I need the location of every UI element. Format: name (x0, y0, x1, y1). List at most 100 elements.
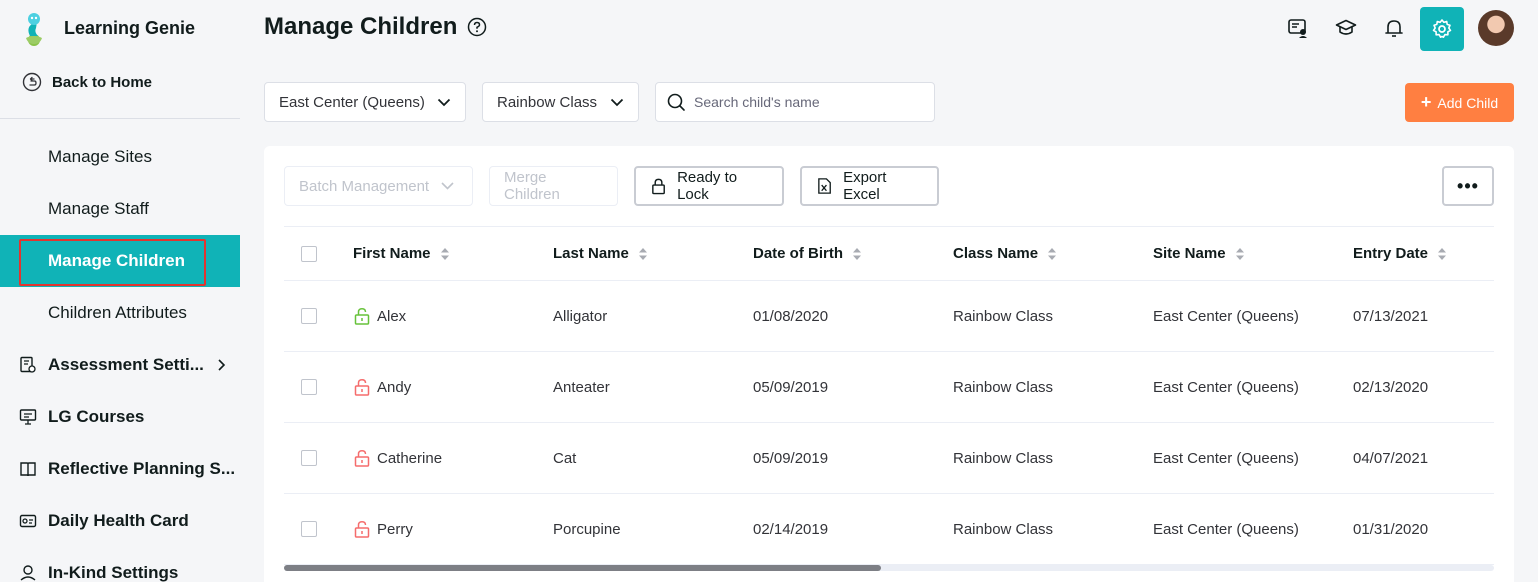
chevron-down-icon (437, 98, 451, 106)
last-name: Porcupine (553, 520, 621, 538)
more-options-icon: ••• (1457, 175, 1479, 196)
header-icons (1280, 6, 1424, 50)
sidebar-item-children-attributes[interactable]: Children Attributes (0, 287, 240, 339)
chat-icon (1288, 19, 1307, 38)
search-box (655, 82, 935, 122)
sidebar-divider (0, 118, 240, 119)
first-name: Alex (377, 307, 407, 325)
lock-icon (652, 178, 665, 195)
sidebar-item-manage-staff[interactable]: Manage Staff (0, 183, 240, 235)
notifications-button[interactable] (1376, 6, 1412, 50)
brand[interactable]: Learning Genie (16, 10, 195, 46)
date-of-birth: 01/08/2020 (753, 307, 829, 325)
row-checkbox[interactable] (301, 308, 317, 324)
horizontal-scrollbar[interactable] (284, 565, 1494, 571)
back-to-home-link[interactable]: Back to Home (22, 72, 152, 92)
row-checkbox-cell (301, 281, 317, 351)
last-name: Cat (553, 449, 577, 467)
sidebar-item-in-kind-settings[interactable]: In-Kind Settings (0, 547, 240, 582)
class-select-value: Rainbow Class (497, 93, 598, 111)
chevron-down-icon (441, 182, 454, 190)
table-row[interactable]: Andy Anteater 05/09/2019 Rainbow Class E… (284, 352, 1494, 423)
sort-icon (1438, 247, 1447, 260)
first-name-cell: Catherine (353, 423, 442, 493)
sort-icon (1235, 247, 1244, 260)
first-name-cell: Alex (353, 281, 406, 351)
column-header-entry-date[interactable]: Entry Date (1353, 227, 1447, 280)
entry-date: 02/13/2020 (1353, 378, 1429, 396)
column-header-site-name[interactable]: Site Name (1153, 227, 1244, 280)
sidebar: Learning Genie Back to Home Manage Sites… (0, 0, 240, 582)
site-name: East Center (Queens) (1153, 307, 1299, 325)
avatar[interactable] (1478, 10, 1514, 46)
ready-to-lock-label: Ready to Lock (677, 169, 738, 203)
date-of-birth: 05/09/2019 (753, 449, 829, 467)
last-name: Alligator (553, 307, 608, 325)
export-excel-button[interactable]: Export Excel (800, 166, 939, 206)
entry-date: 04/07/2021 (1353, 449, 1429, 467)
column-header-last-name[interactable]: Last Name (553, 227, 647, 280)
class-name: Rainbow Class (953, 307, 1054, 325)
column-header-date-of-birth[interactable]: Date of Birth (753, 227, 861, 280)
search-input[interactable] (694, 94, 924, 110)
courses-button[interactable] (1328, 6, 1364, 50)
column-label: Date of Birth (753, 245, 843, 262)
graduation-cap-icon (1335, 19, 1357, 35)
table-row[interactable]: Perry Porcupine 02/14/2019 Rainbow Class… (284, 494, 1494, 565)
site-name: East Center (Queens) (1153, 449, 1299, 467)
gear-icon (1432, 19, 1452, 38)
search-icon (667, 93, 685, 111)
add-child-button[interactable]: + Add Child (1405, 83, 1514, 122)
site-name: East Center (Queens) (1153, 378, 1299, 396)
table-row[interactable]: Alex Alligator 01/08/2020 Rainbow Class … (284, 281, 1494, 352)
unlocked-icon (354, 379, 370, 396)
batch-management-label: Batch Management (299, 177, 430, 195)
select-all-cell (301, 227, 317, 280)
column-header-class-name[interactable]: Class Name (953, 227, 1057, 280)
first-name: Andy (377, 378, 412, 396)
sidebar-item-manage-sites[interactable]: Manage Sites (0, 131, 240, 183)
sidebar-item-daily-health-card[interactable]: Daily Health Card (0, 495, 240, 547)
sidebar-item-manage-children[interactable]: Manage Children (0, 235, 240, 287)
sort-icon (1048, 247, 1057, 260)
more-options-button[interactable]: ••• (1442, 166, 1494, 206)
chevron-down-icon (610, 98, 624, 106)
scrollbar-thumb[interactable] (284, 565, 881, 571)
sidebar-item-reflective-planning[interactable]: Reflective Planning S... (0, 443, 240, 495)
column-header-first-name[interactable]: First Name (353, 227, 449, 280)
sidebar-item-label: Assessment Setti... (48, 355, 204, 374)
sidebar-item-label: Manage Staff (48, 199, 149, 218)
row-checkbox-cell (301, 352, 317, 422)
batch-management-dropdown[interactable]: Batch Management (284, 166, 473, 206)
table-row[interactable]: Catherine Cat 05/09/2019 Rainbow Class E… (284, 423, 1494, 494)
sidebar-item-lg-courses[interactable]: LG Courses (0, 391, 240, 443)
bell-icon (1385, 20, 1403, 37)
back-to-home-label: Back to Home (52, 73, 153, 91)
row-checkbox[interactable] (301, 379, 317, 395)
help-icon[interactable] (467, 17, 487, 37)
site-select-value: East Center (Queens) (279, 93, 425, 111)
row-checkbox[interactable] (301, 450, 317, 466)
settings-button[interactable] (1420, 7, 1464, 51)
class-name: Rainbow Class (953, 520, 1054, 538)
back-arrow-icon (22, 72, 42, 92)
brand-name: Learning Genie (64, 17, 196, 38)
select-all-checkbox[interactable] (301, 245, 317, 262)
learning-genie-logo (26, 13, 42, 46)
sidebar-item-label: Manage Sites (48, 147, 152, 166)
site-name: East Center (Queens) (1153, 520, 1299, 538)
sidebar-item-assessment-settings[interactable]: Assessment Setti... (0, 339, 240, 391)
sidebar-item-label: Reflective Planning S... (48, 459, 236, 478)
export-excel-label: Export Excel (843, 169, 887, 203)
ready-to-lock-button[interactable]: Ready to Lock (634, 166, 784, 206)
sort-icon (440, 247, 449, 260)
highlight-box (19, 239, 206, 286)
chat-button[interactable] (1280, 6, 1316, 50)
row-checkbox[interactable] (301, 521, 317, 537)
merge-children-button[interactable]: Merge Children (489, 166, 618, 206)
class-select[interactable]: Rainbow Class (482, 82, 639, 122)
page-title-text: Manage Children (264, 13, 458, 40)
site-select[interactable]: East Center (Queens) (264, 82, 466, 122)
last-name: Anteater (553, 378, 610, 396)
column-label: Site Name (1153, 245, 1226, 262)
